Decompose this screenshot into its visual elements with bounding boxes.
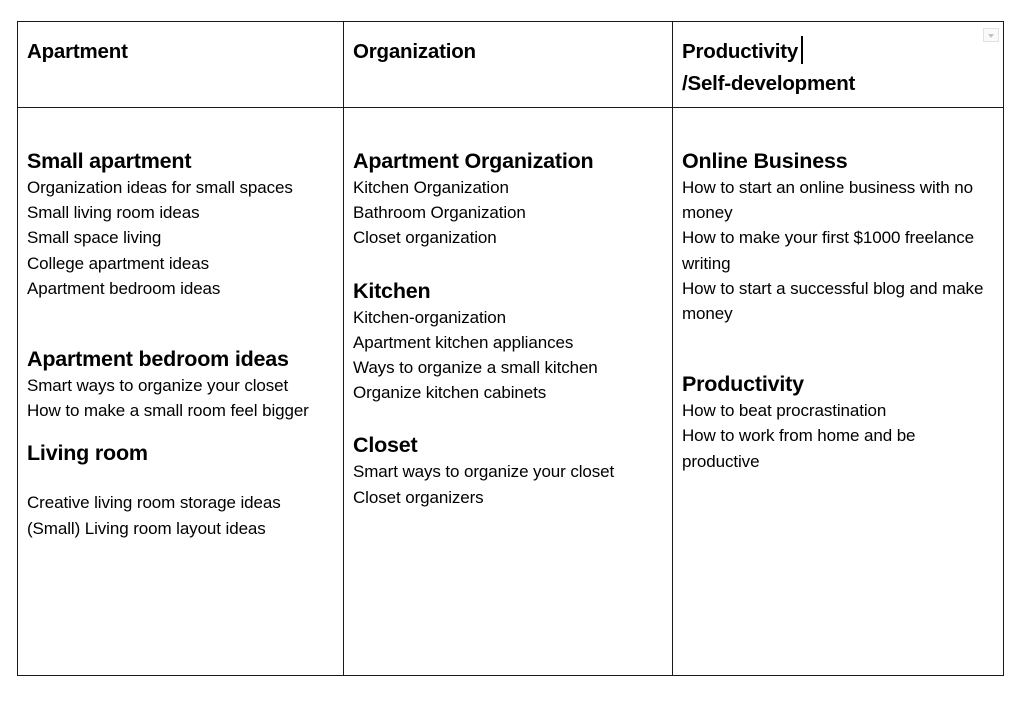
list-item: How to make a small room feel bigger	[27, 401, 309, 421]
header-productivity: Productivity /Self-development	[682, 36, 995, 100]
list-item: How to beat procrastination	[682, 401, 887, 421]
list-item: Small space living	[27, 228, 162, 248]
header-apartment: Apartment	[27, 40, 128, 63]
content-ideas-table: Apartment Organization Productivity /Sel…	[17, 21, 1004, 676]
header-organization: Organization	[353, 40, 476, 63]
list-item: How to work from home and be productive	[682, 426, 916, 471]
section-kitchen: Kitchen Kitchen-organization Apartment k…	[353, 277, 664, 406]
text-cursor	[801, 36, 804, 64]
list-item: Kitchen-organization	[353, 307, 506, 327]
header-productivity-line1: Productivity	[682, 40, 799, 63]
cell-productivity[interactable]: Online Business How to start an online b…	[672, 107, 1004, 676]
list-item: How to start a successful blog and make …	[682, 278, 984, 324]
section-title: Online Business	[682, 149, 848, 173]
list-item: How to make your first $1000 freelance w…	[682, 228, 974, 273]
section-productivity: Productivity How to beat procrastination…	[682, 370, 995, 474]
header-cell-apartment[interactable]: Apartment	[17, 21, 344, 108]
header-cell-organization[interactable]: Organization	[343, 21, 673, 108]
section-apartment-organization: Apartment Organization Kitchen Organizat…	[353, 147, 664, 251]
list-item: Closet organizers	[353, 487, 484, 507]
list-item: (Small) Living room layout ideas	[27, 518, 266, 538]
header-productivity-line2: /Self-development	[682, 72, 856, 95]
section-apartment-bedroom-ideas: Apartment bedroom ideas Smart ways to or…	[27, 345, 335, 423]
list-item: College apartment ideas	[27, 253, 209, 273]
section-small-apartment: Small apartment Organization ideas for s…	[27, 147, 335, 301]
section-title: Kitchen	[353, 278, 431, 303]
list-item: Ways to organize a small kitchen	[353, 358, 598, 378]
section-title: Apartment Organization	[353, 149, 594, 173]
section-title: Living room	[27, 441, 148, 466]
list-item: Kitchen Organization	[353, 178, 509, 197]
list-item: Smart ways to organize your closet	[27, 376, 289, 396]
body-row: Small apartment Organization ideas for s…	[17, 107, 1004, 676]
section-title: Closet	[353, 433, 418, 458]
cell-apartment[interactable]: Small apartment Organization ideas for s…	[17, 107, 344, 676]
section-living-room: Living room Creative living room storage…	[27, 439, 335, 540]
list-item: Apartment bedroom ideas	[27, 278, 221, 298]
list-item: Small living room ideas	[27, 203, 200, 223]
section-title: Apartment bedroom ideas	[27, 347, 289, 372]
list-item: Bathroom Organization	[353, 203, 526, 223]
list-item: Closet organization	[353, 228, 497, 248]
list-item: Apartment kitchen appliances	[353, 332, 574, 352]
section-title: Small apartment	[27, 149, 192, 173]
header-row: Apartment Organization Productivity /Sel…	[17, 21, 1004, 108]
section-closet: Closet Smart ways to organize your close…	[353, 431, 664, 509]
header-cell-productivity[interactable]: Productivity /Self-development	[672, 21, 1004, 108]
list-item: Organization ideas for small spaces	[27, 178, 293, 197]
dropdown-arrow-icon[interactable]	[983, 28, 999, 42]
list-item: How to start an online business with no …	[682, 178, 973, 223]
cell-organization[interactable]: Apartment Organization Kitchen Organizat…	[343, 107, 673, 676]
section-title: Productivity	[682, 372, 804, 397]
section-online-business: Online Business How to start an online b…	[682, 147, 995, 326]
list-item: Organize kitchen cabinets	[353, 383, 547, 403]
list-item: Creative living room storage ideas	[27, 493, 281, 513]
list-item: Smart ways to organize your closet	[353, 462, 615, 482]
